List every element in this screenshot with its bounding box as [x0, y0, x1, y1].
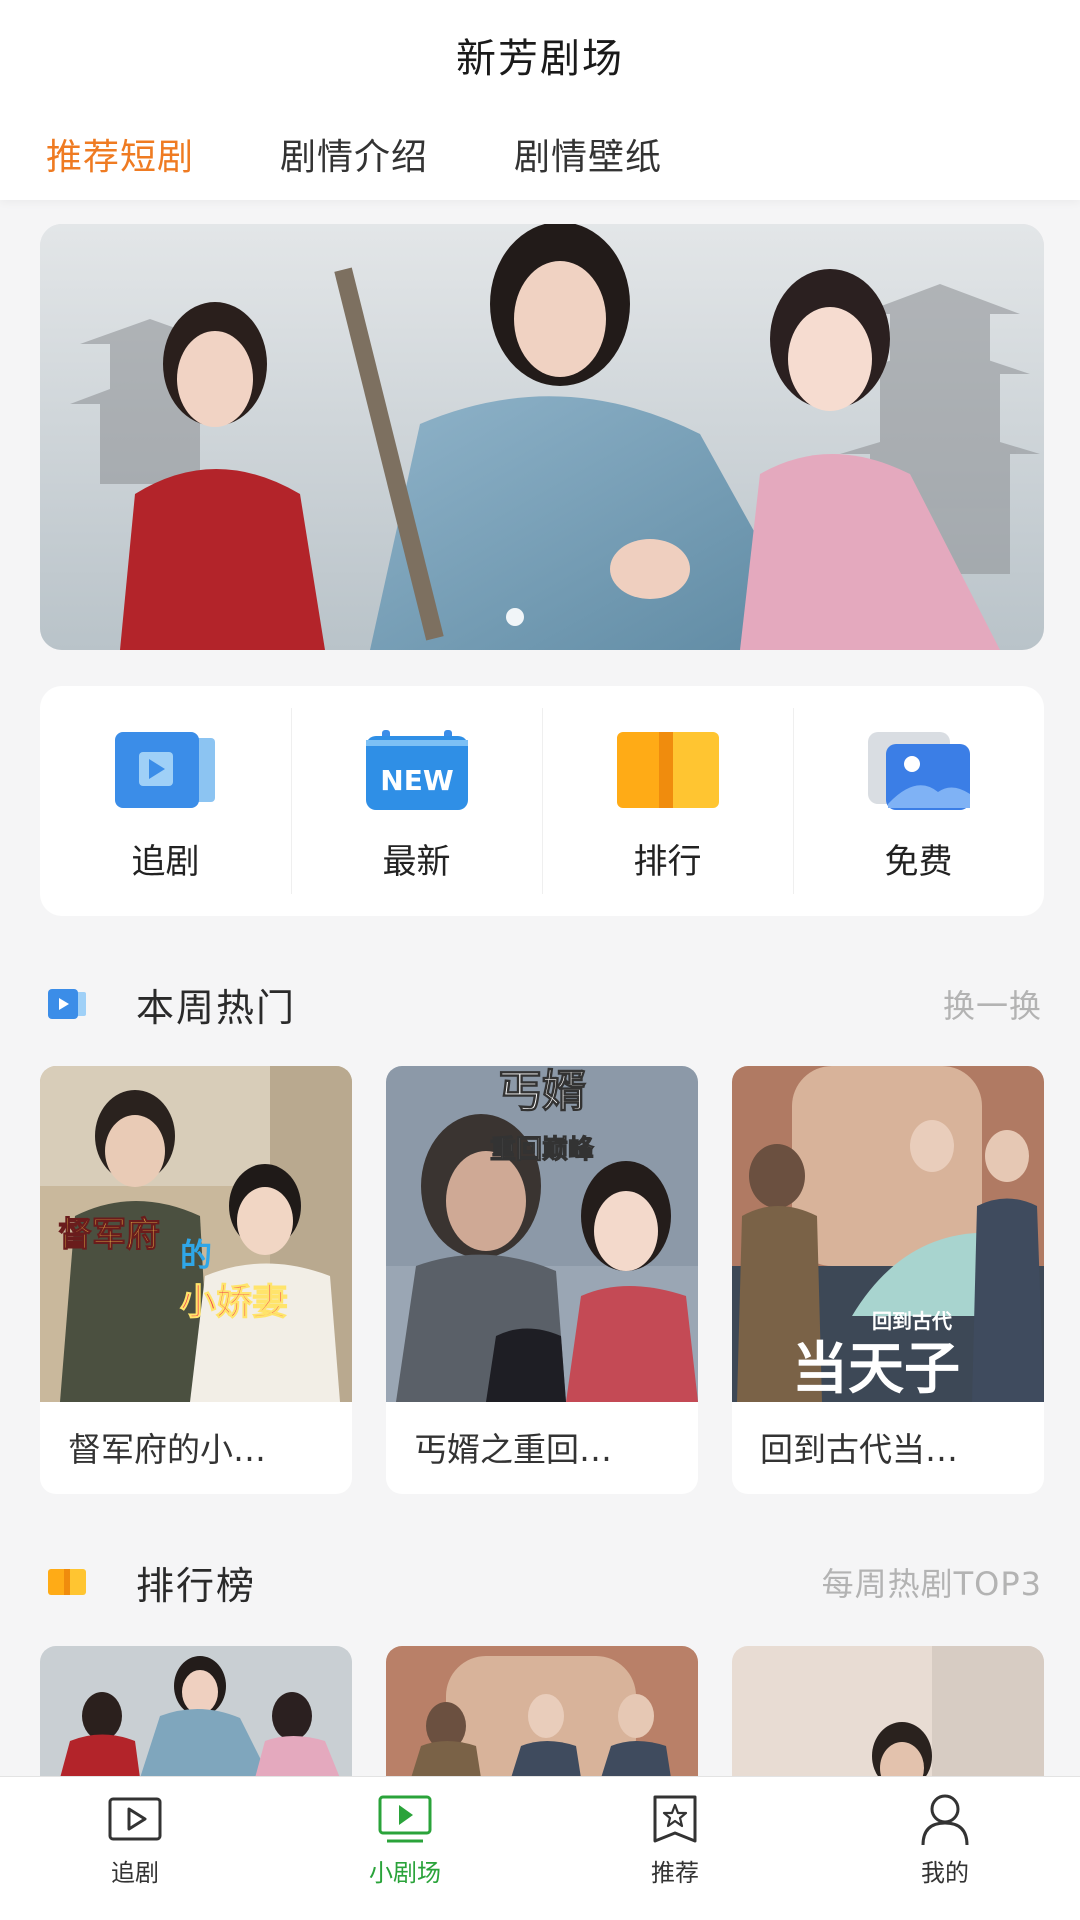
ranking-cover-image: [732, 1646, 1044, 1778]
nav-label: 追剧: [111, 1859, 159, 1887]
section-title: 本周热门: [136, 985, 297, 1030]
svg-text:督军府: 督军府: [58, 1215, 160, 1255]
top-header: 新芳剧场 推荐短剧 剧情介绍 剧情壁纸: [0, 0, 1080, 200]
drama-title: 督军府的小…: [68, 1430, 266, 1469]
quick-action-ranking[interactable]: 排行: [542, 686, 793, 916]
drama-title: 回到古代当…: [760, 1430, 958, 1469]
section-title: 排行榜: [136, 1563, 257, 1608]
user-icon: [921, 1794, 969, 1846]
quick-action-label: 排行: [633, 842, 702, 882]
refresh-button[interactable]: 换一换: [943, 981, 1042, 1027]
category-tabs: 推荐短剧 剧情介绍 剧情壁纸: [46, 128, 748, 178]
svg-text:回到古代: 回到古代: [872, 1309, 952, 1333]
ranking-subtitle: 每周热剧TOP3: [821, 1565, 1042, 1603]
quick-action-label: 免费: [884, 842, 953, 882]
svg-text:丐婿: 丐婿: [498, 1066, 586, 1117]
new-calendar-icon: NEW: [365, 730, 468, 810]
svg-text:当天子: 当天子: [792, 1336, 960, 1402]
quick-action-label: 追剧: [131, 842, 200, 882]
ranking-icon: [616, 732, 719, 808]
banner-image: [40, 224, 1044, 650]
play-box-icon: [108, 1797, 162, 1841]
gallery-icon: [867, 732, 970, 810]
svg-text:小娇妻: 小娇妻: [180, 1282, 288, 1323]
app-title: 新芳剧场: [456, 36, 624, 82]
ranking-card[interactable]: [732, 1646, 1044, 1778]
nav-recommend[interactable]: 推荐: [540, 1777, 810, 1920]
quick-actions-panel: 追剧 NEW 最新 排行 免费: [40, 686, 1044, 916]
drama-cover-image: 督军府 的 小娇妻: [40, 1066, 352, 1402]
weekly-hot-header: 本周热门 换一换: [46, 974, 1042, 1034]
video-section-icon: [48, 989, 86, 1019]
bottom-navigation: 追剧 小剧场 推荐 我的: [0, 1776, 1080, 1920]
nav-profile[interactable]: 我的: [810, 1777, 1080, 1920]
banner-indicator-dot[interactable]: [506, 608, 524, 626]
nav-label: 小剧场: [369, 1859, 441, 1887]
star-bookmark-icon: [653, 1795, 697, 1843]
nav-label: 推荐: [651, 1859, 699, 1887]
quick-action-free[interactable]: 免费: [793, 686, 1044, 916]
ranking-card[interactable]: [386, 1646, 698, 1778]
nav-label: 我的: [921, 1859, 969, 1887]
drama-card[interactable]: 督军府 的 小娇妻 督军府的小…: [40, 1066, 352, 1494]
nav-mini-theater[interactable]: 小剧场: [270, 1777, 540, 1920]
quick-action-label: 最新: [382, 842, 451, 882]
drama-cover-image: 丐婿 重回巅峰: [386, 1066, 698, 1402]
ranking-header: 排行榜 每周热剧TOP3: [46, 1552, 1042, 1612]
quick-action-newest[interactable]: NEW 最新: [291, 686, 542, 916]
featured-banner[interactable]: [40, 224, 1044, 650]
ranking-card[interactable]: [40, 1646, 352, 1778]
drama-card[interactable]: 丐婿 重回巅峰 丐婿之重回…: [386, 1066, 698, 1494]
svg-text:重回巅峰: 重回巅峰: [490, 1135, 594, 1165]
nav-follow[interactable]: 追剧: [0, 1777, 270, 1920]
drama-card[interactable]: 回到古代 当天子 回到古代当…: [732, 1066, 1044, 1494]
drama-title: 丐婿之重回…: [414, 1430, 612, 1469]
quick-action-follow[interactable]: 追剧: [40, 686, 291, 916]
tab-recommended-dramas[interactable]: 推荐短剧: [46, 128, 194, 178]
ranking-cover-image: [386, 1646, 698, 1778]
svg-text:的: 的: [180, 1236, 212, 1274]
tab-plot-wallpaper[interactable]: 剧情壁纸: [514, 128, 662, 178]
ranking-cover-image: [40, 1646, 352, 1778]
tv-icon: [378, 1795, 432, 1843]
drama-cover-image: 回到古代 当天子: [732, 1066, 1044, 1402]
svg-text:NEW: NEW: [380, 764, 454, 797]
ranking-section-icon: [48, 1569, 86, 1595]
tab-plot-intro[interactable]: 剧情介绍: [280, 128, 428, 178]
play-video-icon: [114, 732, 215, 808]
